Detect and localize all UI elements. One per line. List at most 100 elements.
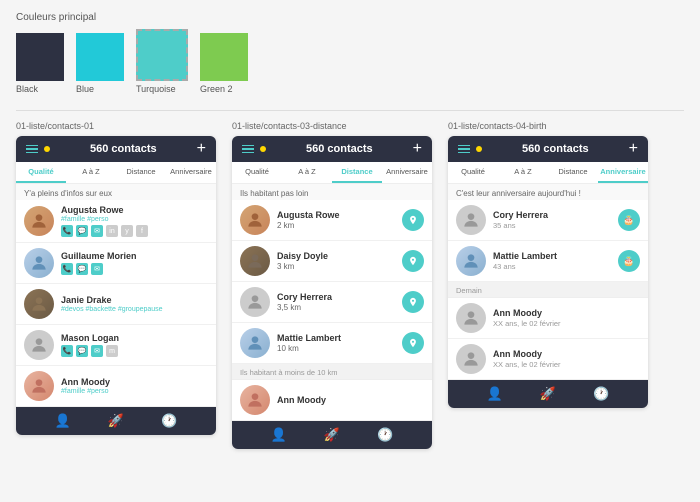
- contact-info: Augusta Rowe 2 km: [277, 210, 395, 230]
- tab-atoz-03[interactable]: A à Z: [282, 162, 332, 183]
- phone-03-body: Ils habitant pas loin Augusta Rowe 2 km: [232, 184, 432, 421]
- contact-name: Ann Moody: [493, 349, 640, 359]
- contact-item[interactable]: Ann Moody XX ans, le 02 février: [448, 298, 648, 339]
- phone-01-header: 560 contacts +: [16, 136, 216, 162]
- youtube-icon[interactable]: y: [121, 225, 133, 237]
- tab-anniversaire-01[interactable]: Anniversaire: [166, 162, 216, 183]
- tab-distance-01[interactable]: Distance: [116, 162, 166, 183]
- phone-icon[interactable]: 📞: [61, 345, 73, 357]
- contact-item[interactable]: Mattie Lambert 43 ans 🎂: [448, 241, 648, 282]
- facebook-icon[interactable]: f: [136, 225, 148, 237]
- email-icon[interactable]: ✉: [91, 263, 103, 275]
- nav-person-icon-04[interactable]: 👤: [487, 386, 503, 402]
- nav-person-icon-03[interactable]: 👤: [271, 427, 287, 443]
- contact-item[interactable]: Daisy Doyle 3 km: [232, 241, 432, 282]
- contact-item[interactable]: Ann Moody: [232, 380, 432, 421]
- swatch-item-turquoise: Turquoise: [136, 29, 188, 94]
- tab-qualite-01[interactable]: Qualité: [16, 162, 66, 183]
- contact-name: Mattie Lambert: [493, 251, 611, 261]
- avatar: [24, 371, 54, 401]
- contact-info: Ann Moody: [277, 395, 424, 406]
- header-left: [26, 145, 50, 154]
- contact-info: Ann Moody XX ans, le 02 février: [493, 308, 640, 328]
- contact-tags: #famille #perso: [61, 216, 208, 223]
- tab-anniversaire-04[interactable]: Anniversaire: [598, 162, 648, 183]
- hamburger-icon-03[interactable]: [242, 145, 254, 154]
- nav-rocket-icon-03[interactable]: 🚀: [324, 427, 340, 443]
- contact-info: Daisy Doyle 3 km: [277, 251, 395, 271]
- email-icon[interactable]: ✉: [91, 225, 103, 237]
- tab-distance-03[interactable]: Distance: [332, 162, 382, 183]
- misc-icon[interactable]: m: [106, 345, 118, 357]
- birthday-button[interactable]: 🎂: [618, 209, 640, 231]
- nav-clock-icon[interactable]: 🕐: [161, 413, 177, 429]
- contact-age: 43 ans: [493, 262, 611, 271]
- nav-clock-icon-04[interactable]: 🕐: [593, 386, 609, 402]
- swatch-label-blue: Blue: [76, 84, 94, 94]
- header-dot: [44, 146, 50, 152]
- contact-item[interactable]: Augusta Rowe 2 km: [232, 200, 432, 241]
- chat-icon[interactable]: 💬: [76, 225, 88, 237]
- contact-info: Janie Drake #devos #backette #groupepaus…: [61, 295, 208, 313]
- location-button[interactable]: [402, 209, 424, 231]
- contact-name: Ann Moody: [61, 377, 208, 387]
- add-contact-button-03[interactable]: +: [413, 141, 422, 157]
- phone-04-body: C'est leur anniversaire aujourd'hui ! Co…: [448, 184, 648, 380]
- page: Couleurs principal Black Blue Turquoise …: [0, 0, 700, 461]
- phone-04-tabs: Qualité A à Z Distance Anniversaire: [448, 162, 648, 184]
- color-section: Couleurs principal Black Blue Turquoise …: [16, 12, 684, 94]
- section-hint-03: Ils habitant pas loin: [232, 184, 432, 200]
- add-contact-button-04[interactable]: +: [629, 141, 638, 157]
- avatar: [240, 385, 270, 415]
- swatch-label-green2: Green 2: [200, 84, 233, 94]
- contact-icons: 📞 💬 ✉ in y f: [61, 225, 208, 237]
- contact-name: Janie Drake: [61, 295, 208, 305]
- mockup-03-label: 01-liste/contacts-03-distance: [232, 121, 432, 131]
- contact-item[interactable]: Cory Herrera 3,5 km: [232, 282, 432, 323]
- contact-item[interactable]: Augusta Rowe #famille #perso 📞 💬 ✉ in y …: [16, 200, 216, 243]
- nav-clock-icon-03[interactable]: 🕐: [377, 427, 393, 443]
- contact-item[interactable]: Ann Moody #famille #perso: [16, 366, 216, 407]
- linkedin-icon[interactable]: in: [106, 225, 118, 237]
- nav-person-icon[interactable]: 👤: [55, 413, 71, 429]
- hamburger-icon[interactable]: [26, 145, 38, 154]
- tab-atoz-04[interactable]: A à Z: [498, 162, 548, 183]
- phone-icon[interactable]: 📞: [61, 263, 73, 275]
- location-button[interactable]: [402, 332, 424, 354]
- contact-tags: #devos #backette #groupepause: [61, 306, 208, 313]
- contact-info: Mattie Lambert 10 km: [277, 333, 395, 353]
- tab-atoz-01[interactable]: A à Z: [66, 162, 116, 183]
- email-icon[interactable]: ✉: [91, 345, 103, 357]
- chat-icon[interactable]: 💬: [76, 263, 88, 275]
- contact-name: Mason Logan: [61, 333, 208, 343]
- contact-item[interactable]: Janie Drake #devos #backette #groupepaus…: [16, 284, 216, 325]
- phone-01-title: 560 contacts: [90, 143, 157, 155]
- nav-rocket-icon[interactable]: 🚀: [108, 413, 124, 429]
- contact-item[interactable]: Mason Logan 📞 💬 ✉ m: [16, 325, 216, 366]
- hamburger-icon-04[interactable]: [458, 145, 470, 154]
- chat-icon[interactable]: 💬: [76, 345, 88, 357]
- contact-item[interactable]: Guillaume Morien 📞 💬 ✉: [16, 243, 216, 284]
- tab-qualite-03[interactable]: Qualité: [232, 162, 282, 183]
- birthday-button[interactable]: 🎂: [618, 250, 640, 272]
- contact-item[interactable]: Mattie Lambert 10 km: [232, 323, 432, 364]
- nav-rocket-icon-04[interactable]: 🚀: [540, 386, 556, 402]
- add-contact-button-01[interactable]: +: [197, 141, 206, 157]
- contact-name: Ann Moody: [493, 308, 640, 318]
- swatch-label-turquoise: Turquoise: [136, 84, 176, 94]
- location-button[interactable]: [402, 250, 424, 272]
- tab-qualite-04[interactable]: Qualité: [448, 162, 498, 183]
- contact-info: Mason Logan 📞 💬 ✉ m: [61, 333, 208, 357]
- contact-item[interactable]: Ann Moody XX ans, le 02 février: [448, 339, 648, 380]
- contact-name: Guillaume Morien: [61, 251, 208, 261]
- tab-distance-04[interactable]: Distance: [548, 162, 598, 183]
- mockup-04-container: 01-liste/contacts-04-birth 560 contacts …: [448, 121, 648, 449]
- phone-03-bottom-nav: 👤 🚀 🕐: [232, 421, 432, 449]
- location-button[interactable]: [402, 291, 424, 313]
- tab-anniversaire-03[interactable]: Anniversaire: [382, 162, 432, 183]
- contact-info: Cory Herrera 35 ans: [493, 210, 611, 230]
- phone-icon[interactable]: 📞: [61, 225, 73, 237]
- phone-04-title: 560 contacts: [522, 143, 589, 155]
- contact-item[interactable]: Cory Herrera 35 ans 🎂: [448, 200, 648, 241]
- avatar: [240, 205, 270, 235]
